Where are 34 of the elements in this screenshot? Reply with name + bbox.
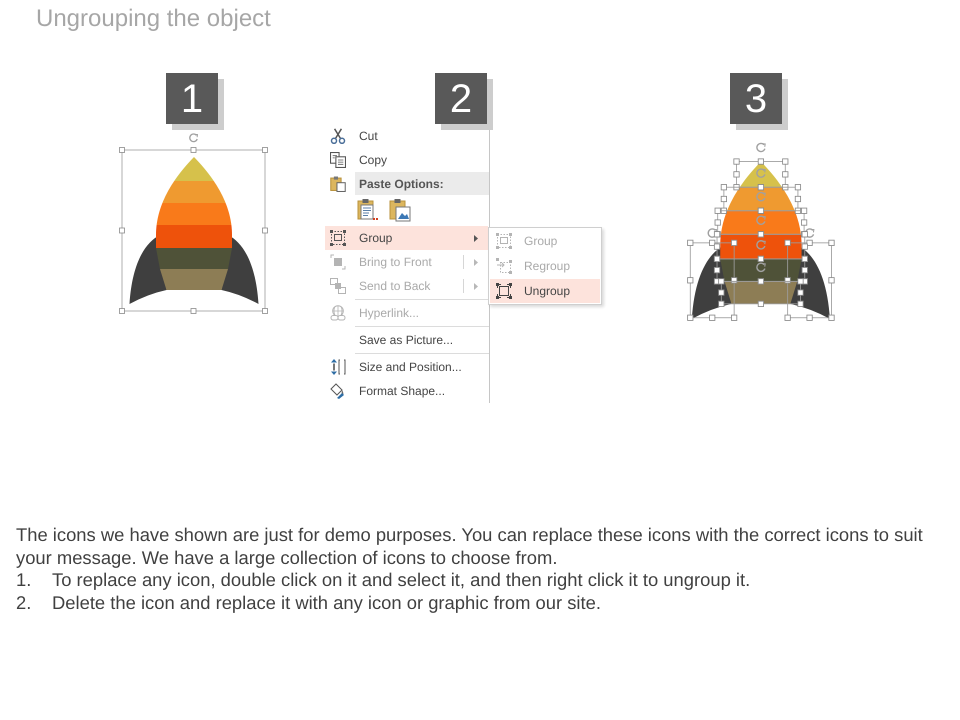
copy-icon (330, 152, 346, 168)
paste-option-button[interactable] (357, 198, 379, 222)
menu-item[interactable]: Copy (325, 148, 488, 172)
menu-item[interactable]: Cut (325, 124, 488, 148)
submenu-item[interactable]: Ungroup (490, 279, 600, 303)
selection-frame[interactable] (119, 133, 268, 314)
clipboard-text-icon (357, 198, 379, 222)
step-badge: 3 (730, 73, 782, 124)
menu-item[interactable]: Save as Picture... (325, 328, 488, 352)
list-number: 2. (16, 592, 32, 615)
bring-forward-icon (330, 254, 346, 270)
step-badge: 1 (166, 73, 218, 124)
slide-title: Ungrouping the object (36, 5, 271, 33)
menu-item[interactable]: Format Shape... (325, 379, 488, 403)
menu-item[interactable]: Size and Position... (325, 355, 488, 379)
group-icon (496, 233, 512, 249)
menu-header: Paste Options: (355, 172, 489, 195)
clipboard-picture-icon (389, 198, 411, 222)
menu-item[interactable]: Group (325, 226, 488, 250)
ungroup-icon (496, 283, 512, 299)
paint-bucket-icon (330, 383, 346, 399)
group-icon (330, 230, 346, 246)
intro-text: The icons we have shown are just for demo purposes. You can replace these icons with the correct icons to suit your message. We have a large collection of icons to choose from. (16, 524, 924, 570)
list-number: 1. (16, 569, 32, 592)
list-item-text: Delete the icon and replace it with any icon or graphic from our site. (52, 592, 601, 615)
send-backward-icon (330, 278, 346, 294)
step-badge: 2 (435, 73, 487, 124)
list-item-text: To replace any icon, double click on it and select it, and then right click it to ungroup it. (52, 569, 750, 592)
globe-link-icon (330, 305, 346, 321)
scissors-icon (330, 128, 346, 144)
clipboard-icon (330, 176, 346, 192)
regroup-icon (496, 258, 512, 274)
paste-option-button[interactable] (389, 198, 411, 222)
resize-icon (330, 359, 346, 375)
